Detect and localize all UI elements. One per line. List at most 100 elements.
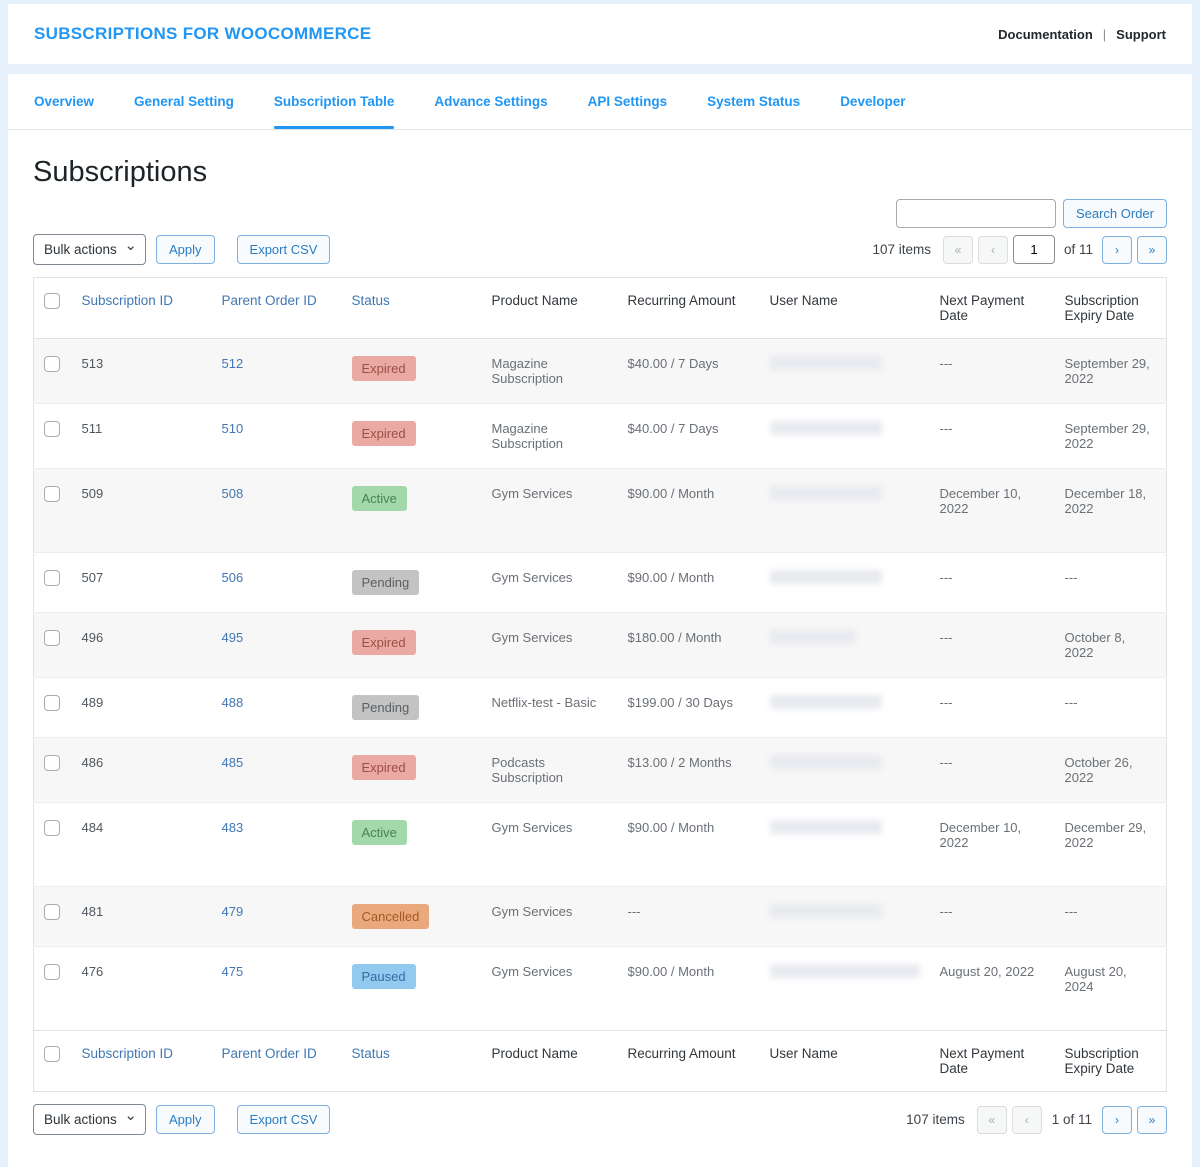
bulk-actions-select-wrap: Bulk actions ⌄: [33, 234, 146, 265]
column-recurring-amount: Recurring Amount: [618, 278, 760, 339]
status-badge: Expired: [352, 630, 416, 655]
row-checkbox[interactable]: [44, 964, 60, 980]
next-payment-date: ---: [930, 738, 1055, 803]
search-input[interactable]: [896, 199, 1056, 228]
last-page-button[interactable]: »: [1137, 1106, 1167, 1134]
column-parent-order-id[interactable]: Parent Order ID: [222, 293, 317, 308]
last-page-button[interactable]: »: [1137, 236, 1167, 264]
next-page-button[interactable]: ›: [1102, 236, 1132, 264]
next-payment-date: December 10, 2022: [930, 803, 1055, 887]
recurring-amount: $90.00 / Month: [618, 803, 760, 887]
status-badge: Pending: [352, 570, 420, 595]
column-subscription-id[interactable]: Subscription ID: [82, 1046, 174, 1061]
column-product-name: Product Name: [482, 1031, 618, 1092]
expiry-date: October 26, 2022: [1055, 738, 1167, 803]
status-badge: Paused: [352, 964, 416, 989]
table-header-row: Subscription ID Parent Order ID Status P…: [34, 278, 1167, 339]
column-subscription-expiry-date: Subscription Expiry Date: [1055, 1031, 1167, 1092]
parent-order-link[interactable]: 506: [222, 570, 244, 585]
tab-general-setting[interactable]: General Setting: [134, 74, 234, 129]
table-row: 511 510 Expired Magazine Subscription $4…: [34, 404, 1167, 469]
export-csv-button[interactable]: Export CSV: [237, 1105, 331, 1134]
row-checkbox[interactable]: [44, 755, 60, 771]
plugin-title: SUBSCRIPTIONS FOR WOOCOMMERCE: [34, 24, 371, 44]
select-all-checkbox[interactable]: [44, 1046, 60, 1062]
product-name: Gym Services: [482, 803, 618, 887]
table-row: 509 508 Active Gym Services $90.00 / Mon…: [34, 469, 1167, 553]
bulk-actions-select-wrap: Bulk actions ⌄: [33, 1104, 146, 1135]
row-checkbox[interactable]: [44, 820, 60, 836]
next-payment-date: ---: [930, 339, 1055, 404]
items-count: 107 items: [906, 1112, 965, 1127]
current-page-input[interactable]: [1013, 235, 1055, 264]
table-row: 476 475 Paused Gym Services $90.00 / Mon…: [34, 947, 1167, 1031]
search-order-button[interactable]: Search Order: [1063, 199, 1167, 228]
parent-order-link[interactable]: 510: [222, 421, 244, 436]
recurring-amount: $180.00 / Month: [618, 613, 760, 678]
next-payment-date: ---: [930, 553, 1055, 613]
apply-button[interactable]: Apply: [156, 1105, 215, 1134]
column-status[interactable]: Status: [352, 1046, 390, 1061]
parent-order-link[interactable]: 488: [222, 695, 244, 710]
table-row: 513 512 Expired Magazine Subscription $4…: [34, 339, 1167, 404]
recurring-amount: $40.00 / 7 Days: [618, 404, 760, 469]
tab-subscription-table[interactable]: Subscription Table: [274, 74, 395, 129]
documentation-link[interactable]: Documentation: [998, 27, 1093, 42]
header-checkbox-cell: [34, 278, 72, 339]
bulk-actions-select[interactable]: Bulk actions: [33, 1104, 146, 1135]
parent-order-link[interactable]: 512: [222, 356, 244, 371]
tab-system-status[interactable]: System Status: [707, 74, 800, 129]
column-subscription-id[interactable]: Subscription ID: [82, 293, 174, 308]
row-checkbox[interactable]: [44, 421, 60, 437]
product-name: Gym Services: [482, 613, 618, 678]
row-checkbox[interactable]: [44, 356, 60, 372]
first-page-button[interactable]: «: [977, 1106, 1007, 1134]
tab-advance-settings[interactable]: Advance Settings: [434, 74, 547, 129]
row-checkbox[interactable]: [44, 486, 60, 502]
parent-order-link[interactable]: 508: [222, 486, 244, 501]
parent-order-link[interactable]: 483: [222, 820, 244, 835]
expiry-date: December 18, 2022: [1055, 469, 1167, 553]
tab-developer[interactable]: Developer: [840, 74, 905, 129]
column-status[interactable]: Status: [352, 293, 390, 308]
apply-button[interactable]: Apply: [156, 235, 215, 264]
column-user-name: User Name: [760, 278, 930, 339]
recurring-amount: $199.00 / 30 Days: [618, 678, 760, 738]
row-checkbox[interactable]: [44, 630, 60, 646]
subscription-id: 481: [72, 887, 212, 947]
column-parent-order-id[interactable]: Parent Order ID: [222, 1046, 317, 1061]
first-page-button[interactable]: «: [943, 236, 973, 264]
export-csv-button[interactable]: Export CSV: [237, 235, 331, 264]
bulk-actions-select[interactable]: Bulk actions: [33, 234, 146, 265]
next-payment-date: ---: [930, 404, 1055, 469]
subscription-id: 476: [72, 947, 212, 1031]
blurred-user-name: [770, 356, 882, 370]
parent-order-link[interactable]: 475: [222, 964, 244, 979]
product-name: Magazine Subscription: [482, 339, 618, 404]
column-next-payment-date: Next Payment Date: [930, 278, 1055, 339]
product-name: Gym Services: [482, 469, 618, 553]
parent-order-link[interactable]: 495: [222, 630, 244, 645]
product-name: Podcasts Subscription: [482, 738, 618, 803]
select-all-checkbox[interactable]: [44, 293, 60, 309]
recurring-amount: $90.00 / Month: [618, 553, 760, 613]
row-checkbox[interactable]: [44, 695, 60, 711]
row-checkbox[interactable]: [44, 904, 60, 920]
tab-overview[interactable]: Overview: [34, 74, 94, 129]
column-subscription-expiry-date: Subscription Expiry Date: [1055, 278, 1167, 339]
recurring-amount: $40.00 / 7 Days: [618, 339, 760, 404]
prev-page-button[interactable]: ‹: [978, 236, 1008, 264]
parent-order-link[interactable]: 479: [222, 904, 244, 919]
subscription-id: 496: [72, 613, 212, 678]
status-badge: Active: [352, 820, 407, 845]
support-link[interactable]: Support: [1116, 27, 1166, 42]
next-page-button[interactable]: ›: [1102, 1106, 1132, 1134]
row-checkbox[interactable]: [44, 570, 60, 586]
expiry-date: ---: [1055, 553, 1167, 613]
tab-api-settings[interactable]: API Settings: [588, 74, 668, 129]
parent-order-link[interactable]: 485: [222, 755, 244, 770]
subscription-id: 511: [72, 404, 212, 469]
blurred-user-name: [770, 964, 920, 978]
subscription-id: 513: [72, 339, 212, 404]
prev-page-button[interactable]: ‹: [1012, 1106, 1042, 1134]
